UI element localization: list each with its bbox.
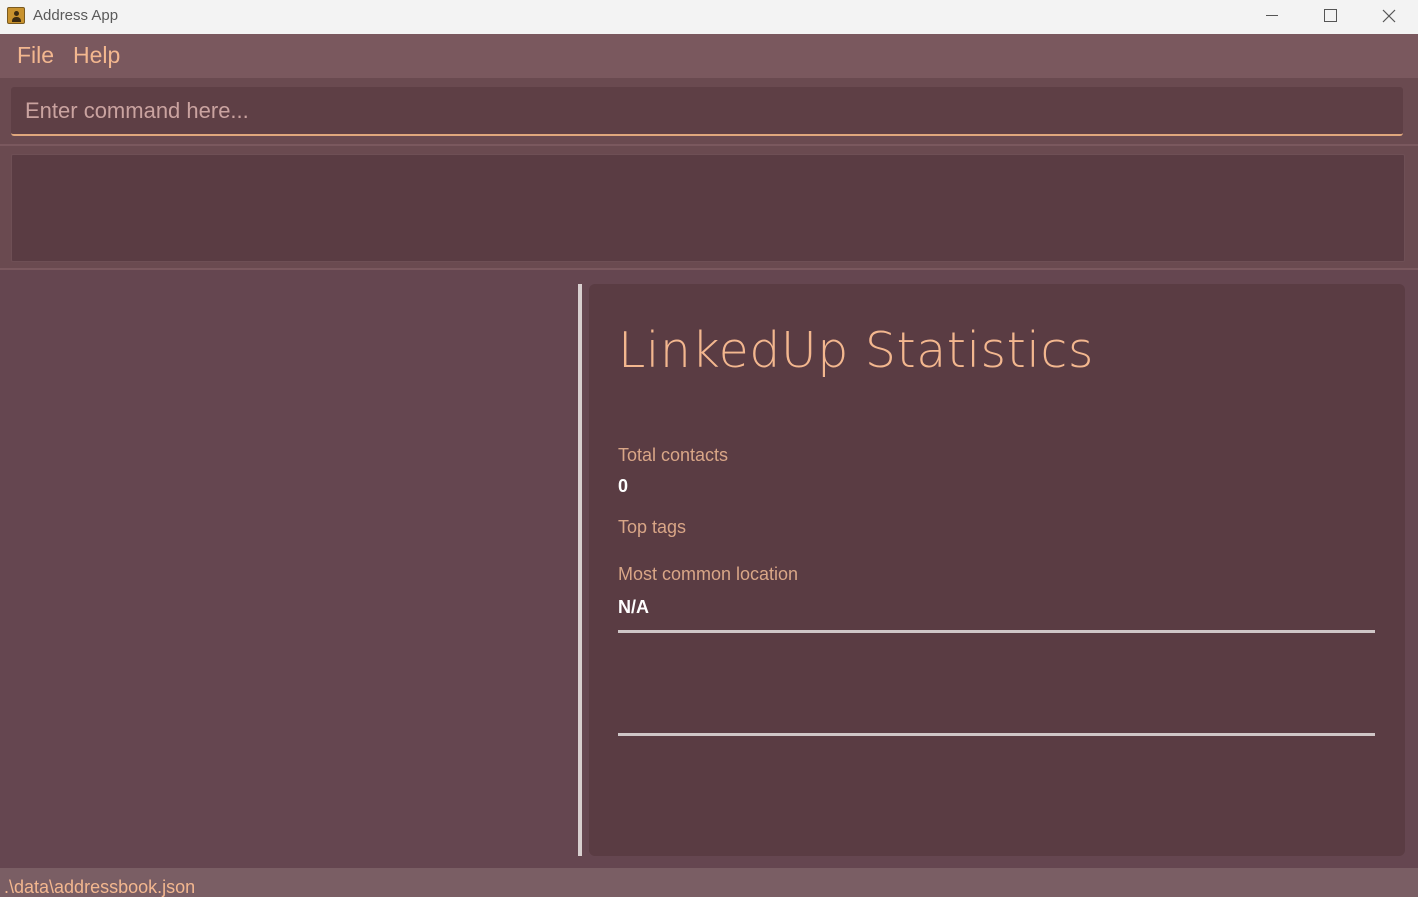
close-button[interactable] bbox=[1360, 0, 1416, 34]
close-icon bbox=[1382, 9, 1396, 23]
split-divider[interactable] bbox=[578, 284, 582, 856]
command-input[interactable] bbox=[11, 87, 1403, 134]
window-title: Address App bbox=[33, 7, 119, 24]
minimize-button[interactable] bbox=[1244, 0, 1300, 34]
main-split-pane: LinkedUp Statistics Total contacts 0 Top… bbox=[0, 268, 1418, 868]
most-common-location-value: N/A bbox=[618, 597, 649, 617]
total-contacts-label: Total contacts bbox=[618, 445, 729, 465]
menu-help[interactable]: Help bbox=[73, 42, 120, 69]
address-book-icon bbox=[7, 7, 25, 24]
section-divider bbox=[618, 630, 1375, 633]
command-box bbox=[11, 87, 1403, 136]
maximize-button[interactable] bbox=[1302, 0, 1358, 34]
most-common-location-label: Most common location bbox=[618, 564, 799, 584]
section-divider bbox=[618, 733, 1375, 736]
result-area bbox=[0, 144, 1418, 268]
status-bar: .\data\addressbook.json bbox=[0, 868, 1418, 897]
top-tags-label: Top tags bbox=[618, 517, 687, 537]
statistics-title: LinkedUp Statistics bbox=[618, 322, 1094, 379]
statistics-panel: LinkedUp Statistics Total contacts 0 Top… bbox=[589, 284, 1405, 856]
total-contacts-value: 0 bbox=[618, 476, 629, 496]
command-area bbox=[0, 80, 1418, 144]
menu-bar: File Help bbox=[0, 34, 1418, 79]
menu-file[interactable]: File bbox=[17, 42, 54, 69]
window-title-bar: Address App bbox=[0, 0, 1418, 34]
save-location-path: .\data\addressbook.json bbox=[4, 877, 196, 897]
result-display[interactable] bbox=[11, 154, 1405, 262]
person-list-panel[interactable] bbox=[0, 270, 578, 868]
